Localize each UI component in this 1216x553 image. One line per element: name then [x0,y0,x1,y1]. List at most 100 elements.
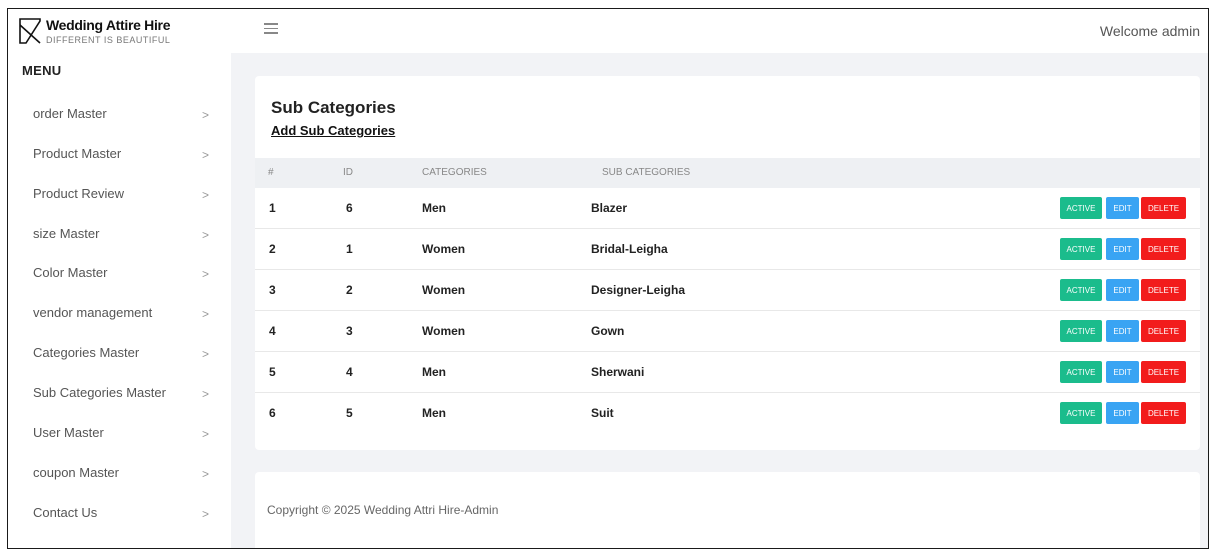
row-category: Women [422,324,466,338]
table-row: 3 2 Women Designer-Leigha ACTIVE EDIT DE… [255,270,1200,311]
sidebar-item-label: vendor management [33,305,153,320]
delete-button[interactable]: DELETE [1141,238,1186,260]
row-id: 3 [346,324,353,338]
brand-logo-icon [19,18,41,44]
table-row: 6 5 Men Suit ACTIVE EDIT DELETE [255,393,1200,434]
sidebar-item-label: size Master [33,226,100,241]
row-category: Men [422,365,446,379]
table-header: # ID CATEGORIES SUB CATEGORIES [255,158,1200,188]
sidebar-item-coupon-master[interactable]: coupon Master > [8,457,231,497]
edit-button[interactable]: EDIT [1106,402,1139,424]
row-category: Women [422,242,466,256]
edit-button[interactable]: EDIT [1106,197,1139,219]
sidebar-item-label: coupon Master [33,465,119,480]
row-category: Men [422,201,446,215]
delete-button[interactable]: DELETE [1141,402,1186,424]
row-id: 1 [346,242,353,256]
edit-button[interactable]: EDIT [1106,279,1139,301]
edit-button[interactable]: EDIT [1106,361,1139,383]
row-sub-category: Blazer [591,201,628,215]
row-category: Men [422,406,446,420]
sidebar-item-product-master[interactable]: Product Master > [8,138,231,178]
sidebar-item-label: Product Review [33,186,125,201]
row-sub-category: Sherwani [591,365,645,379]
sidebar-item-color-master[interactable]: Color Master > [8,257,231,297]
sidebar-item-user-master[interactable]: User Master > [8,417,231,457]
delete-button[interactable]: DELETE [1141,197,1186,219]
row-number: 2 [269,242,276,256]
column-header-number: # [268,167,274,178]
row-number: 4 [269,324,276,338]
sidebar-item-label: Sub Categories Master [33,385,166,400]
column-header-categories: CATEGORIES [422,167,487,178]
footer: Copyright © 2025 Wedding Attri Hire-Admi… [255,472,1200,548]
table-row: 5 4 Men Sherwani ACTIVE EDIT DELETE [255,352,1200,393]
chevron-right-icon: > [202,347,210,361]
delete-button[interactable]: DELETE [1141,279,1186,301]
active-button[interactable]: ACTIVE [1060,197,1102,219]
edit-button[interactable]: EDIT [1106,238,1139,260]
active-button[interactable]: ACTIVE [1060,320,1102,342]
row-number: 5 [269,365,276,379]
chevron-right-icon: > [202,188,210,202]
row-category: Women [422,283,466,297]
welcome-text: Welcome admin [1099,23,1200,39]
active-button[interactable]: ACTIVE [1060,279,1102,301]
column-header-sub-categories: SUB CATEGORIES [602,167,691,178]
row-number: 1 [269,201,276,215]
row-id: 4 [346,365,353,379]
sidebar: MENU order Master > Product Master > Pro… [8,53,231,548]
chevron-right-icon: > [202,507,210,521]
row-id: 6 [346,201,353,215]
active-button[interactable]: ACTIVE [1060,238,1102,260]
sidebar-item-label: Product Master [33,146,122,161]
delete-button[interactable]: DELETE [1141,361,1186,383]
column-header-id: ID [343,167,353,178]
top-bar: Wedding Attire Hire DIFFERENT IS BEAUTIF… [8,9,1208,53]
chevron-right-icon: > [202,267,210,281]
brand-tagline: DIFFERENT IS BEAUTIFUL [46,35,171,45]
app-frame: Wedding Attire Hire DIFFERENT IS BEAUTIF… [7,8,1209,549]
table-row: 2 1 Women Bridal-Leigha ACTIVE EDIT DELE… [255,229,1200,270]
row-sub-category: Suit [591,406,614,420]
delete-button[interactable]: DELETE [1141,320,1186,342]
copyright-text: Copyright © 2025 Wedding Attri Hire-Admi… [267,503,499,517]
sidebar-item-size-master[interactable]: size Master > [8,218,231,258]
sidebar-item-label: order Master [33,106,107,121]
sidebar-item-contact-us[interactable]: Contact Us > [8,497,231,537]
menu-title: MENU [22,63,62,78]
page-title: Sub Categories [271,98,396,117]
row-sub-category: Bridal-Leigha [591,242,668,256]
menu-toggle-icon[interactable] [264,23,278,37]
sidebar-item-label: Contact Us [33,505,98,520]
sidebar-item-order-master[interactable]: order Master > [8,98,231,138]
edit-button[interactable]: EDIT [1106,320,1139,342]
table-row: 4 3 Women Gown ACTIVE EDIT DELETE [255,311,1200,352]
row-id: 2 [346,283,353,297]
chevron-right-icon: > [202,307,210,321]
chevron-right-icon: > [202,148,210,162]
row-number: 3 [269,283,276,297]
sidebar-item-label: Categories Master [33,345,140,360]
chevron-right-icon: > [202,228,210,242]
sub-categories-card: Sub Categories Add Sub Categories # ID C… [255,76,1200,450]
chevron-right-icon: > [202,467,210,481]
sidebar-item-categories-master[interactable]: Categories Master > [8,337,231,377]
chevron-right-icon: > [202,387,210,401]
active-button[interactable]: ACTIVE [1060,402,1102,424]
row-sub-category: Designer-Leigha [591,283,686,297]
table-row: 1 6 Men Blazer ACTIVE EDIT DELETE [255,188,1200,229]
brand-logo[interactable]: Wedding Attire Hire DIFFERENT IS BEAUTIF… [18,15,228,49]
sidebar-item-vendor-management[interactable]: vendor management > [8,297,231,337]
sidebar-item-label: User Master [33,425,104,440]
row-id: 5 [346,406,353,420]
brand-title: Wedding Attire Hire [46,17,171,33]
sidebar-item-label: Color Master [33,265,108,280]
row-sub-category: Gown [591,324,625,338]
add-sub-categories-link[interactable]: Add Sub Categories [271,123,395,138]
active-button[interactable]: ACTIVE [1060,361,1102,383]
sidebar-item-product-review[interactable]: Product Review > [8,178,231,218]
chevron-right-icon: > [202,427,210,441]
chevron-right-icon: > [202,108,210,122]
sidebar-item-sub-categories-master[interactable]: Sub Categories Master > [8,377,231,417]
